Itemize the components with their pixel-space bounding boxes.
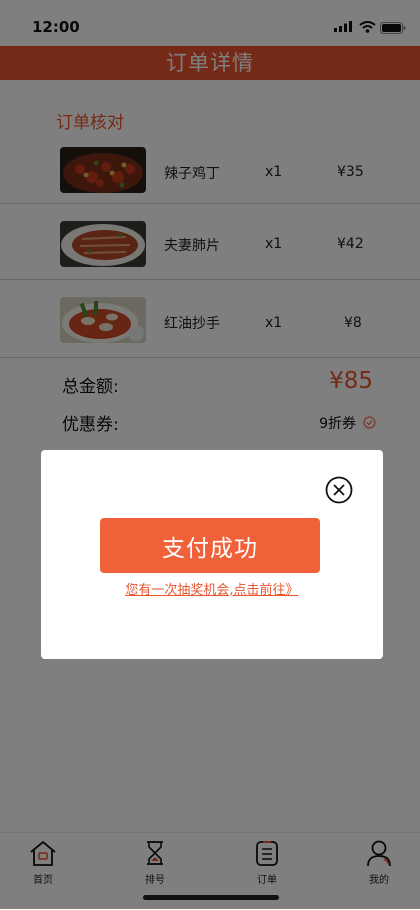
close-icon[interactable] <box>325 476 353 504</box>
lottery-link[interactable]: 您有一次抽奖机会,点击前往》 <box>41 579 383 598</box>
payment-success-dialog: 支付成功 您有一次抽奖机会,点击前往》 <box>41 450 383 659</box>
payment-success-button[interactable]: 支付成功 <box>100 518 320 573</box>
home-indicator <box>143 895 279 900</box>
